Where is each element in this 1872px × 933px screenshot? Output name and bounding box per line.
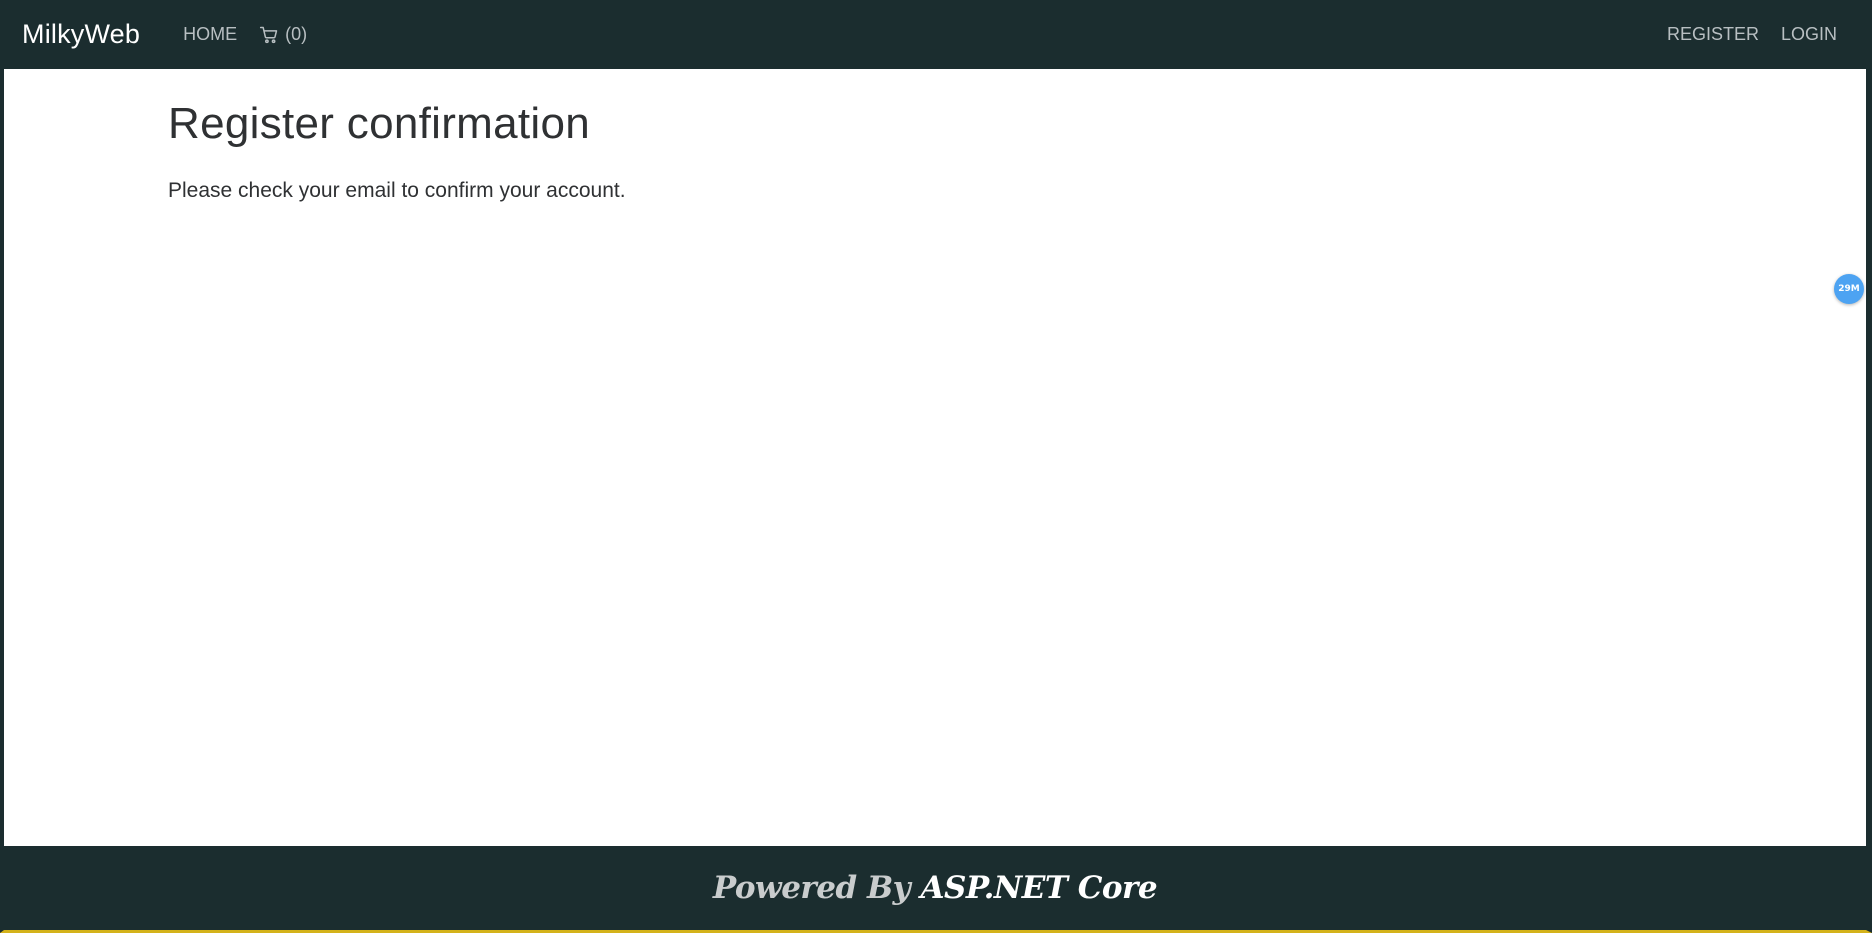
nav-item-home: HOME <box>172 24 248 45</box>
nav-right-links: REGISTER LOGIN <box>1656 24 1848 45</box>
nav-left-links: HOME (0) <box>172 24 318 45</box>
cart-count: (0) <box>285 24 308 44</box>
nav-item-login: LOGIN <box>1770 24 1848 45</box>
top-navbar: MilkyWeb HOME (0) REGISTER LOGIN <box>4 0 1866 69</box>
main-content: Register confirmation Please check your … <box>4 69 1866 846</box>
footer-powered-by: Powered By ASP.NET Core <box>712 870 1158 906</box>
footer-tech: ASP.NET Core <box>920 870 1158 906</box>
nav-item-register: REGISTER <box>1656 24 1770 45</box>
browser-viewport: MilkyWeb HOME (0) REGISTER LOGIN Registe… <box>0 0 1872 933</box>
register-link[interactable]: REGISTER <box>1656 24 1770 45</box>
home-link[interactable]: HOME <box>172 24 248 45</box>
content-container: Register confirmation Please check your … <box>168 99 626 203</box>
login-link[interactable]: LOGIN <box>1770 24 1848 45</box>
brand-link[interactable]: MilkyWeb <box>22 19 140 50</box>
cart-link[interactable]: (0) <box>248 24 318 45</box>
footer-prefix: Powered By <box>712 870 911 906</box>
confirmation-message: Please check your email to confirm your … <box>168 179 626 202</box>
cart-icon <box>260 26 278 43</box>
performance-badge[interactable]: 29M <box>1834 274 1864 304</box>
page-title: Register confirmation <box>168 99 591 148</box>
nav-item-cart: (0) <box>248 24 318 45</box>
site-footer: Powered By ASP.NET Core <box>4 846 1866 930</box>
